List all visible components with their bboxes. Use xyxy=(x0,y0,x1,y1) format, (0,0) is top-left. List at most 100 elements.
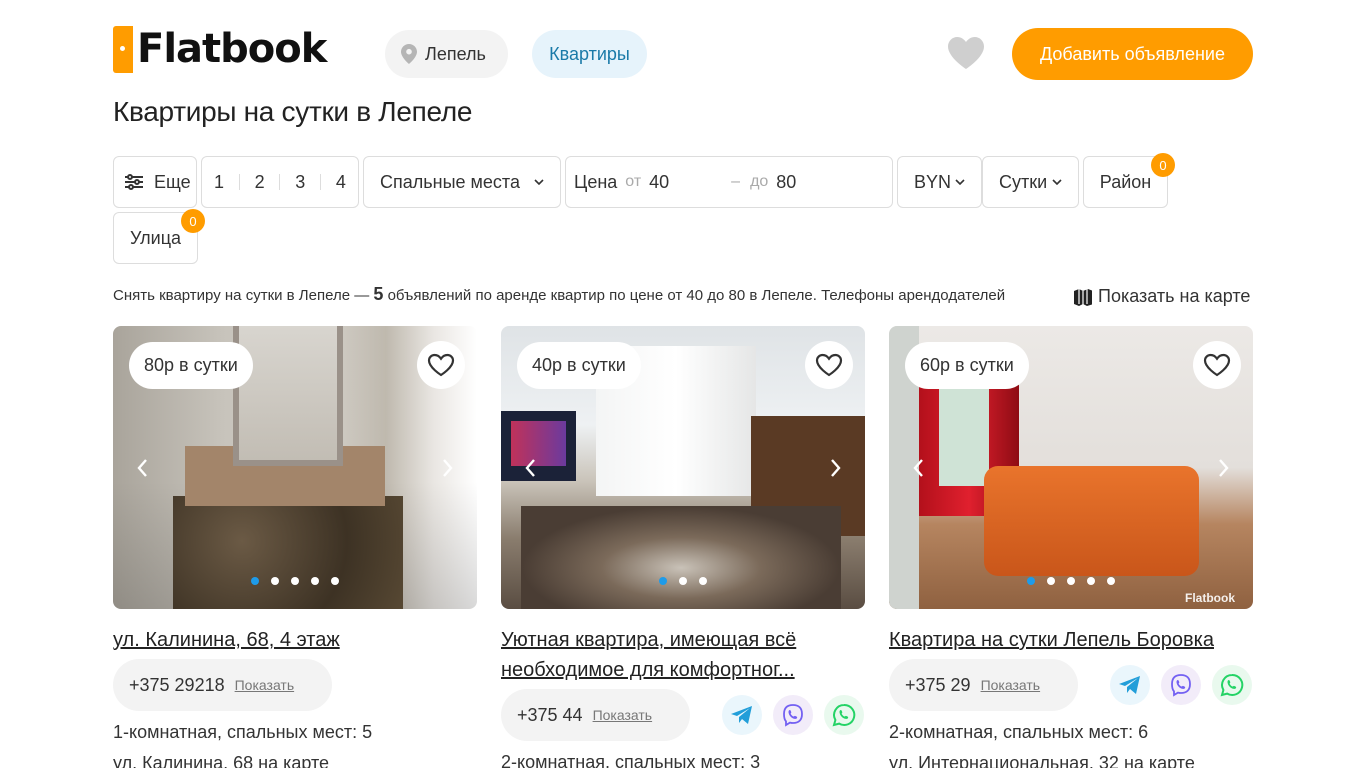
page-title: Квартиры на сутки в Лепеле xyxy=(113,96,473,127)
rooms-filter: 1 2 3 4 xyxy=(201,156,359,208)
show-on-map-link[interactable]: Показать на карте xyxy=(1074,286,1250,307)
telegram-button[interactable] xyxy=(1110,665,1150,705)
listing-photo[interactable]: 40р в сутки xyxy=(501,326,865,609)
listing-title[interactable]: ул. Калинина, 68, 4 этаж xyxy=(113,625,477,655)
viber-button[interactable] xyxy=(1161,665,1201,705)
favorite-button[interactable] xyxy=(1193,341,1241,389)
favorite-button[interactable] xyxy=(805,341,853,389)
rooms-option-1[interactable]: 1 xyxy=(214,172,224,193)
price-to-label: до xyxy=(750,173,769,190)
property-type-selector[interactable]: Квартиры xyxy=(532,30,647,78)
listing-card[interactable]: 60р в сутки Flatbook Квартира на сутки Л… xyxy=(889,326,1253,768)
city-label: Лепель xyxy=(425,43,486,64)
phone-number: +375 29 xyxy=(905,674,971,695)
whatsapp-button[interactable] xyxy=(1212,665,1252,705)
telegram-button[interactable] xyxy=(722,695,762,735)
heart-outline-icon xyxy=(1203,353,1231,377)
district-count-badge: 0 xyxy=(1151,153,1175,177)
phone-number: +375 29218 xyxy=(129,674,225,695)
on-map-link[interactable]: на карте xyxy=(1124,753,1195,768)
location-pin-icon xyxy=(401,44,417,64)
currency-label: BYN xyxy=(914,171,952,192)
rooms-option-4[interactable]: 4 xyxy=(336,172,346,193)
show-phone-link[interactable]: Показать xyxy=(235,677,295,693)
city-selector[interactable]: Лепель xyxy=(385,30,508,78)
phone-field[interactable]: +375 29218 Показать xyxy=(113,659,332,711)
address-text: ул. Интернациональная, 32 xyxy=(889,753,1119,768)
on-map-link[interactable]: на карте xyxy=(258,753,329,768)
listing-details: 2-комнатная, спальных мест: 6 xyxy=(889,722,1149,742)
price-to-input[interactable]: 80 xyxy=(776,172,796,193)
phone-field[interactable]: +375 29 Показать xyxy=(889,659,1078,711)
sliders-icon xyxy=(125,174,143,190)
whatsapp-icon xyxy=(832,703,856,727)
chevron-down-icon xyxy=(1052,179,1062,185)
contact-row: +375 29218 Показать xyxy=(113,659,477,711)
whatsapp-icon xyxy=(1220,673,1244,697)
district-label: Район xyxy=(1099,171,1152,192)
currency-dropdown[interactable]: BYN xyxy=(897,156,982,208)
logo-text: Flatbook xyxy=(137,26,327,72)
photo-pagination xyxy=(889,577,1253,585)
favorites-heart-icon[interactable] xyxy=(947,36,985,70)
results-summary: Снять квартиру на сутки в Лепеле — 5 объ… xyxy=(113,284,1005,305)
address-text: ул. Калинина, 68 xyxy=(113,753,254,768)
listing-title[interactable]: Квартира на сутки Лепель Боровка xyxy=(889,625,1253,655)
price-dash: – xyxy=(731,173,741,190)
show-phone-link[interactable]: Показать xyxy=(593,707,653,723)
listing-title[interactable]: Уютная квартира, имеющая всё необходимое… xyxy=(501,625,865,685)
period-dropdown[interactable]: Сутки xyxy=(982,156,1079,208)
listing-details: 1-комнатная, спальных мест: 5 xyxy=(113,722,373,742)
listing-details: 2-комнатная, спальных мест: 3 xyxy=(501,752,761,768)
divider xyxy=(279,174,281,190)
photo-watermark: Flatbook xyxy=(1185,591,1235,605)
price-from-input[interactable]: 40 xyxy=(649,172,723,193)
price-tag: 80р в сутки xyxy=(129,342,253,389)
next-photo-arrow-icon[interactable] xyxy=(439,457,455,479)
listing-card[interactable]: 40р в сутки Уютная квартира, имеющая всё… xyxy=(501,326,865,768)
rooms-option-2[interactable]: 2 xyxy=(255,172,265,193)
prev-photo-arrow-icon[interactable] xyxy=(911,457,927,479)
rooms-option-3[interactable]: 3 xyxy=(295,172,305,193)
divider xyxy=(320,174,322,190)
map-icon xyxy=(1074,288,1092,306)
listing-address: ул. Калинина, 68 на карте xyxy=(113,753,477,768)
viber-button[interactable] xyxy=(773,695,813,735)
prev-photo-arrow-icon[interactable] xyxy=(135,457,151,479)
contact-row: +375 44 Показать xyxy=(501,689,865,741)
next-photo-arrow-icon[interactable] xyxy=(827,457,843,479)
more-filters-button[interactable]: Еще xyxy=(113,156,197,208)
photo-pagination xyxy=(501,577,865,585)
property-type-label: Квартиры xyxy=(549,43,630,64)
listing-photo[interactable]: 60р в сутки Flatbook xyxy=(889,326,1253,609)
listing-address: ул. Интернациональная, 32 на карте xyxy=(889,753,1253,768)
beds-dropdown[interactable]: Спальные места xyxy=(363,156,561,208)
street-label: Улица xyxy=(129,227,182,248)
period-label: Сутки xyxy=(999,171,1048,192)
heart-outline-icon xyxy=(815,353,843,377)
next-photo-arrow-icon[interactable] xyxy=(1215,457,1231,479)
add-listing-button[interactable]: Добавить объявление xyxy=(1012,28,1253,80)
whatsapp-button[interactable] xyxy=(824,695,864,735)
photo-pagination xyxy=(113,577,477,585)
prev-photo-arrow-icon[interactable] xyxy=(523,457,539,479)
price-from-label: от xyxy=(625,173,642,190)
listing-photo[interactable]: 80р в сутки xyxy=(113,326,477,609)
heart-outline-icon xyxy=(427,353,455,377)
telegram-icon xyxy=(731,706,752,724)
summary-prefix: Снять квартиру на сутки в Лепеле — xyxy=(113,287,370,304)
results-count: 5 xyxy=(373,284,384,304)
chevron-down-icon xyxy=(955,179,965,185)
price-tag: 40р в сутки xyxy=(517,342,641,389)
flatbook-logo[interactable]: Flatbook xyxy=(113,26,327,73)
favorite-button[interactable] xyxy=(417,341,465,389)
show-phone-link[interactable]: Показать xyxy=(981,677,1041,693)
listing-card[interactable]: 80р в сутки ул. Калинина, 68, 4 этаж +37… xyxy=(113,326,477,768)
telegram-icon xyxy=(1119,676,1140,694)
beds-label: Спальные места xyxy=(380,171,520,192)
more-filters-label: Еще xyxy=(154,171,191,192)
summary-suffix: объявлений по аренде квартир по цене от … xyxy=(387,287,1006,304)
phone-field[interactable]: +375 44 Показать xyxy=(501,689,690,741)
show-on-map-label: Показать на карте xyxy=(1098,286,1251,306)
price-label: Цена xyxy=(574,171,618,192)
